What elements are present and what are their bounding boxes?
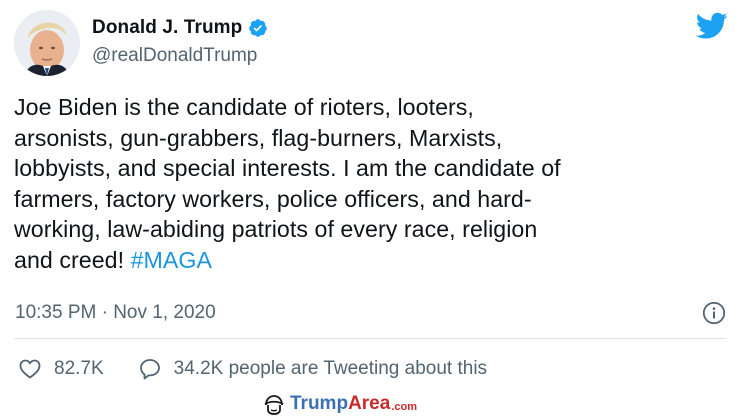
divider [14, 338, 726, 339]
watermark-word1: Trump [290, 393, 349, 414]
tweet-text: Joe Biden is the candidate of rioters, l… [14, 92, 726, 275]
action-bar: 82.7K 34.2K people are Tweeting about th… [18, 357, 487, 381]
author-handle[interactable]: @realDonaldTrump [92, 45, 257, 67]
like-button[interactable]: 82.7K [18, 357, 104, 381]
twitter-bird-icon[interactable] [695, 12, 728, 40]
author-name-row: Donald J. Trump [92, 17, 268, 39]
tweeting-about-text: 34.2K people are Tweeting about this [173, 358, 488, 379]
trumparea-logo-icon [264, 395, 284, 415]
watermark-tld: .com [391, 401, 417, 413]
display-name[interactable]: Donald J. Trump [92, 17, 242, 39]
tweeting-about-link[interactable]: 34.2K people are Tweeting about this [138, 357, 487, 381]
profile-photo [14, 10, 80, 76]
tweet-card: Donald J. Trump @realDonaldTrump Joe Bid… [0, 0, 740, 417]
tweet-timestamp[interactable]: 10:35 PM · Nov 1, 2020 [15, 302, 216, 324]
like-count: 82.7K [54, 358, 104, 379]
verified-badge-icon [248, 18, 268, 38]
watermark: Trump Area .com [262, 392, 417, 416]
heart-icon [19, 359, 41, 379]
speech-bubble-icon [139, 359, 160, 380]
watermark-word2: Area [348, 393, 391, 414]
hashtag-link[interactable]: #MAGA [131, 247, 212, 273]
info-icon[interactable] [702, 301, 726, 325]
avatar[interactable] [14, 10, 80, 76]
tweet-body: Joe Biden is the candidate of rioters, l… [14, 94, 561, 273]
